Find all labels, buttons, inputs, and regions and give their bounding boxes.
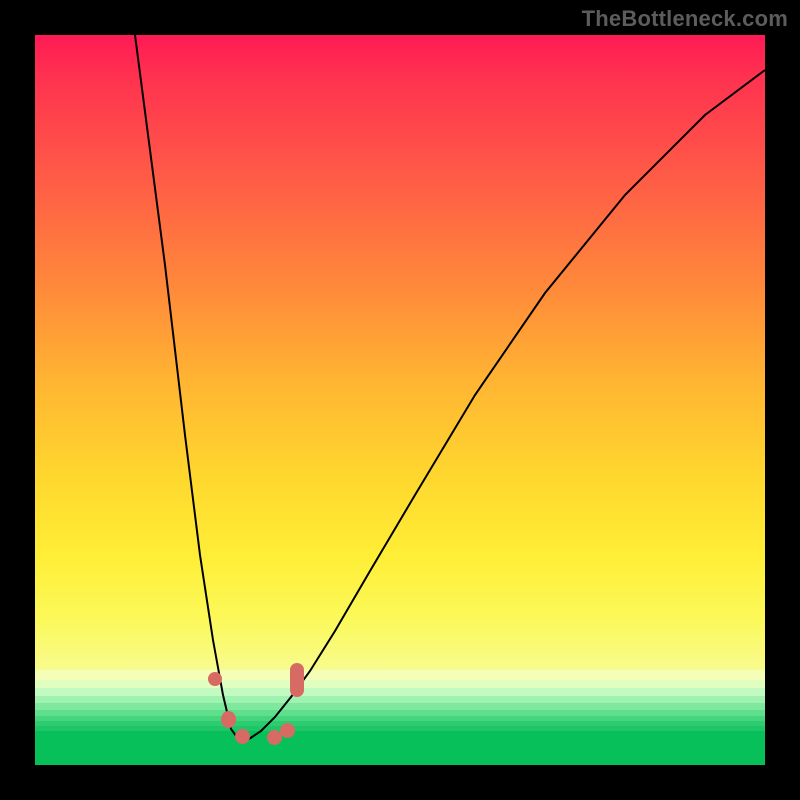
curve-dot: [235, 729, 250, 744]
curve-dot: [208, 672, 222, 686]
bottleneck-curve: [35, 35, 765, 765]
chart-frame: TheBottleneck.com: [0, 0, 800, 800]
watermark-text: TheBottleneck.com: [582, 6, 788, 32]
plot-area: [35, 35, 765, 765]
curve-pill: [290, 663, 304, 697]
curve-dot: [280, 723, 295, 738]
curve-dot: [221, 711, 236, 728]
